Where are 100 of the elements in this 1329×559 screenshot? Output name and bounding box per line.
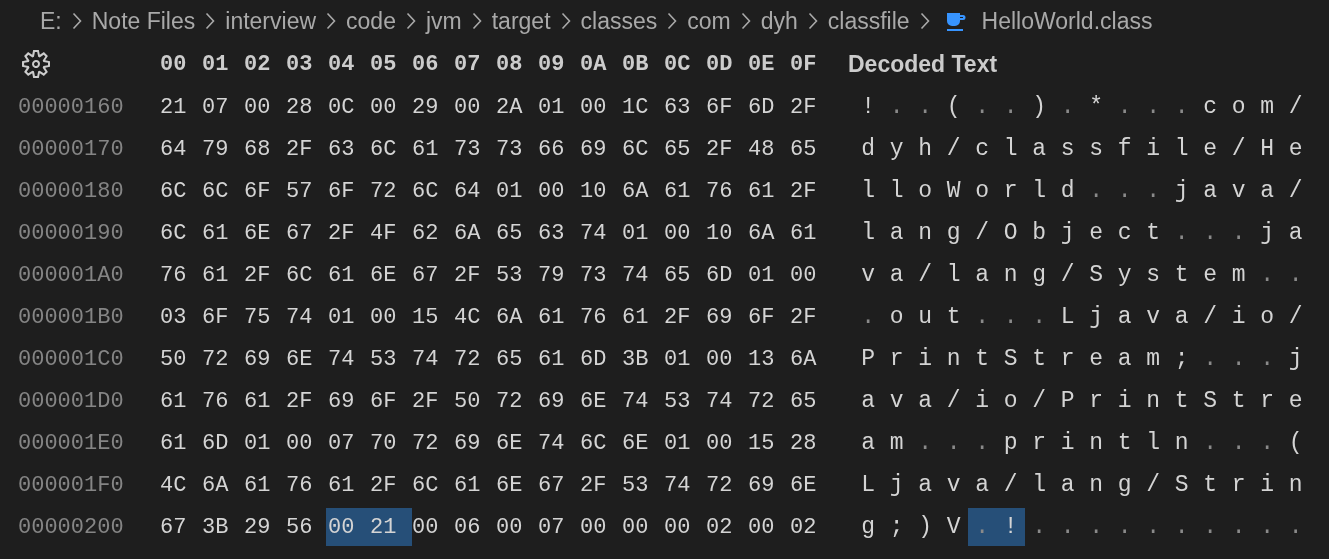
hex-byte[interactable]: 21 <box>370 508 412 546</box>
hex-byte[interactable]: 63 <box>538 214 580 252</box>
decoded-char[interactable]: r <box>1253 382 1282 420</box>
hex-byte[interactable]: 67 <box>286 214 328 252</box>
hex-byte[interactable]: 4F <box>370 214 412 252</box>
hex-byte[interactable]: 63 <box>328 130 370 168</box>
hex-byte[interactable]: 73 <box>454 130 496 168</box>
hex-byte[interactable]: 69 <box>706 298 748 336</box>
hex-byte[interactable]: 6A <box>622 172 664 210</box>
hex-byte[interactable]: 6C <box>580 424 622 462</box>
decoded-char[interactable]: i <box>911 340 940 378</box>
hex-byte[interactable]: 6F <box>748 298 790 336</box>
hex-byte[interactable]: 74 <box>286 298 328 336</box>
hex-byte[interactable]: 15 <box>748 424 790 462</box>
hex-byte[interactable]: 00 <box>664 508 706 546</box>
hex-byte[interactable]: 28 <box>286 88 328 126</box>
settings-icon[interactable] <box>22 50 50 78</box>
decoded-char[interactable]: i <box>968 382 997 420</box>
hex-byte[interactable]: 01 <box>538 88 580 126</box>
decoded-char[interactable]: n <box>1167 424 1196 462</box>
breadcrumb-item[interactable]: interview <box>225 3 317 39</box>
hex-byte[interactable]: 61 <box>202 256 244 294</box>
decoded-char[interactable]: m <box>1139 340 1168 378</box>
hex-byte[interactable]: 61 <box>244 466 286 504</box>
decoded-char[interactable]: j <box>1281 340 1310 378</box>
decoded-char[interactable]: . <box>1025 298 1054 336</box>
decoded-char[interactable]: n <box>1139 382 1168 420</box>
decoded-char[interactable]: . <box>854 298 883 336</box>
decoded-char[interactable]: f <box>1110 130 1139 168</box>
decoded-char[interactable]: . <box>911 88 940 126</box>
decoded-char[interactable]: r <box>882 340 911 378</box>
hex-byte[interactable]: 6E <box>286 340 328 378</box>
decoded-char[interactable]: e <box>1281 130 1310 168</box>
decoded-char[interactable]: t <box>1110 424 1139 462</box>
hex-byte[interactable]: 61 <box>538 298 580 336</box>
hex-byte[interactable]: 65 <box>664 256 706 294</box>
hex-byte[interactable]: 21 <box>160 88 202 126</box>
breadcrumb-item[interactable]: jvm <box>425 3 462 39</box>
decoded-char[interactable]: ; <box>1167 340 1196 378</box>
decoded-char[interactable]: r <box>1224 466 1253 504</box>
hex-byte[interactable]: 00 <box>706 424 748 462</box>
decoded-char[interactable]: . <box>911 424 940 462</box>
decoded-char[interactable]: . <box>1253 508 1282 546</box>
hex-byte[interactable]: 6F <box>370 382 412 420</box>
decoded-char[interactable]: a <box>911 382 940 420</box>
decoded-char[interactable]: W <box>939 172 968 210</box>
hex-byte[interactable]: 00 <box>580 88 622 126</box>
hex-byte[interactable]: 69 <box>244 340 286 378</box>
decoded-char[interactable]: . <box>1167 88 1196 126</box>
hex-byte[interactable]: 0C <box>328 88 370 126</box>
decoded-char[interactable]: t <box>1196 466 1225 504</box>
hex-byte[interactable]: 72 <box>454 340 496 378</box>
hex-byte[interactable]: 61 <box>412 130 454 168</box>
hex-byte[interactable]: 29 <box>244 508 286 546</box>
decoded-char[interactable]: t <box>1025 340 1054 378</box>
decoded-char[interactable]: a <box>854 424 883 462</box>
hex-byte[interactable]: 76 <box>286 466 328 504</box>
hex-byte[interactable]: 76 <box>160 256 202 294</box>
hex-byte[interactable]: 00 <box>664 214 706 252</box>
hex-byte[interactable]: 74 <box>622 256 664 294</box>
hex-byte[interactable]: 74 <box>706 382 748 420</box>
decoded-char[interactable]: . <box>1167 508 1196 546</box>
decoded-char[interactable]: . <box>1224 508 1253 546</box>
hex-byte[interactable]: 00 <box>370 298 412 336</box>
decoded-char[interactable]: c <box>968 130 997 168</box>
hex-byte[interactable]: 74 <box>328 340 370 378</box>
decoded-char[interactable]: m <box>1253 88 1282 126</box>
hex-byte[interactable]: 65 <box>790 130 832 168</box>
breadcrumb-item[interactable]: code <box>346 3 396 39</box>
hex-byte[interactable]: 76 <box>706 172 748 210</box>
hex-byte[interactable]: 00 <box>790 256 832 294</box>
hex-byte[interactable]: 61 <box>748 172 790 210</box>
hex-byte[interactable]: 69 <box>748 466 790 504</box>
decoded-char[interactable]: / <box>911 256 940 294</box>
decoded-char[interactable]: l <box>996 130 1025 168</box>
decoded-char[interactable]: . <box>1196 340 1225 378</box>
decoded-char[interactable]: a <box>1281 214 1310 252</box>
decoded-char[interactable]: L <box>1053 298 1082 336</box>
hex-byte[interactable]: 65 <box>496 214 538 252</box>
hex-byte[interactable]: 00 <box>538 172 580 210</box>
decoded-char[interactable]: S <box>1167 466 1196 504</box>
decoded-char[interactable]: n <box>911 214 940 252</box>
decoded-char[interactable]: ! <box>996 508 1025 546</box>
hex-byte[interactable]: 6D <box>706 256 748 294</box>
decoded-char[interactable]: S <box>1196 382 1225 420</box>
decoded-char[interactable]: o <box>911 172 940 210</box>
decoded-char[interactable]: t <box>1139 214 1168 252</box>
decoded-char[interactable]: m <box>882 424 911 462</box>
decoded-char[interactable]: t <box>1167 256 1196 294</box>
decoded-char[interactable]: l <box>854 172 883 210</box>
hex-byte[interactable]: 13 <box>748 340 790 378</box>
decoded-char[interactable]: t <box>1224 382 1253 420</box>
hex-byte[interactable]: 4C <box>454 298 496 336</box>
hex-byte[interactable]: 62 <box>412 214 454 252</box>
hex-byte[interactable]: 06 <box>454 508 496 546</box>
hex-byte[interactable]: 07 <box>538 508 580 546</box>
breadcrumb-item[interactable]: HelloWorld.class <box>981 3 1153 39</box>
decoded-char[interactable]: . <box>1082 172 1111 210</box>
decoded-char[interactable]: ) <box>1025 88 1054 126</box>
hex-byte[interactable]: 57 <box>286 172 328 210</box>
